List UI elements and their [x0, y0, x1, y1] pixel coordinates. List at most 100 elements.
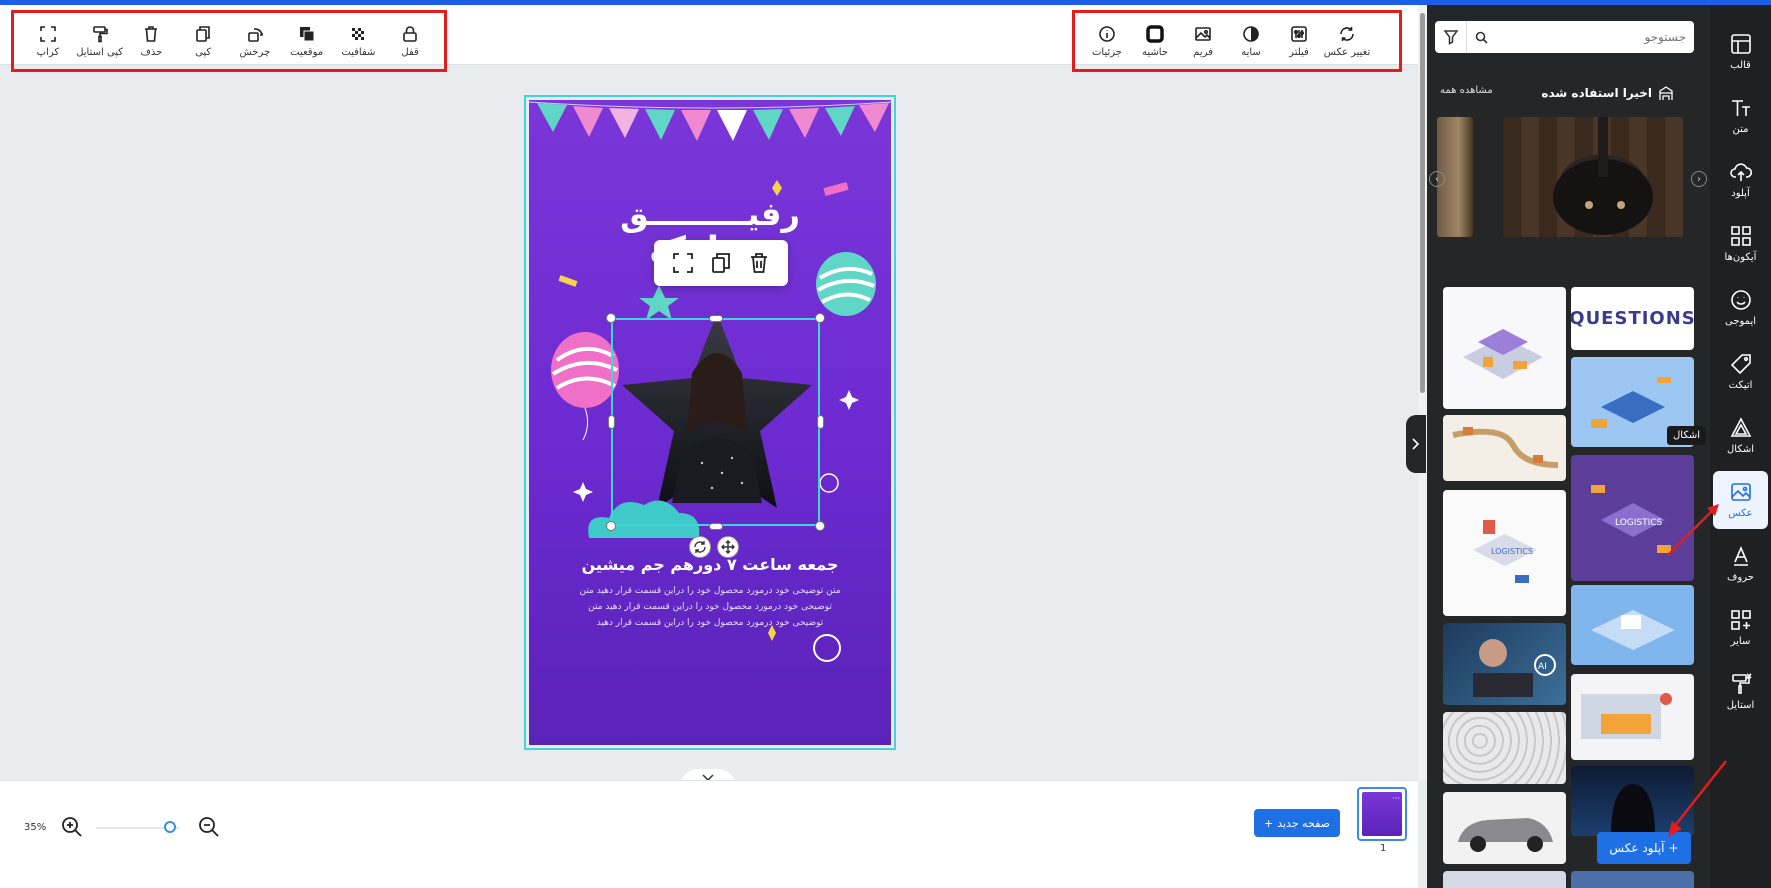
delete-button[interactable]: حذف — [126, 16, 178, 66]
carousel-left-arrow[interactable]: ‹ — [1429, 171, 1445, 187]
photo-logistics-white[interactable]: LOGISTICS — [1443, 490, 1566, 616]
rotate-icon — [694, 541, 706, 553]
resize-handle-bottom-left[interactable] — [606, 521, 616, 531]
filter-funnel-icon — [1443, 30, 1458, 45]
zoom-level: 35% — [24, 822, 47, 833]
zoom-in-icon[interactable] — [61, 816, 83, 838]
more-grid-icon — [1730, 610, 1751, 630]
photo-crashed-car[interactable] — [1443, 792, 1566, 864]
shadow-button[interactable]: سایه — [1227, 16, 1275, 66]
frame-button[interactable]: فریم — [1179, 16, 1227, 66]
transparency-icon — [352, 27, 365, 40]
nav-more[interactable]: سایر — [1713, 599, 1768, 657]
resize-handle-bottom-right[interactable] — [815, 521, 825, 531]
resize-handle-right[interactable] — [817, 415, 824, 429]
photo-ai-laptop[interactable]: AI — [1443, 623, 1566, 705]
replace-icon — [1340, 26, 1354, 41]
nav-emoji[interactable]: ایموجی — [1713, 279, 1768, 337]
canvas-scrollbar[interactable] — [1418, 5, 1427, 780]
resize-handle-top-right[interactable] — [815, 313, 825, 323]
car-illustration — [1458, 818, 1553, 852]
resize-handle-top[interactable] — [709, 315, 723, 322]
position-icon — [299, 26, 315, 41]
lock-button[interactable]: قفل — [384, 16, 436, 66]
left-toolbar-group: کراپ کپی استایل حذف کپی چرخش موقعیت شفاف… — [11, 10, 447, 72]
shapes-tooltip: اشکال — [1667, 426, 1706, 445]
new-page-button[interactable]: + صفحه جدید — [1254, 809, 1340, 837]
right-toolbar-group: جزئیات حاشیه فریم سایه فیلتر تغییر عکس — [1072, 10, 1402, 72]
filter-button[interactable]: فیلتر — [1275, 16, 1323, 66]
nav-stickers[interactable]: اتیکت — [1713, 343, 1768, 401]
move-handle[interactable] — [717, 536, 739, 558]
crop-icon — [40, 25, 56, 42]
icons-grid-icon — [1730, 226, 1751, 246]
svg-text:LOGISTICS: LOGISTICS — [1615, 518, 1663, 528]
search-input[interactable] — [1495, 30, 1694, 44]
page-thumbnail-preview: ··· — [1362, 792, 1402, 836]
floating-element-toolbar — [654, 240, 788, 286]
crop-icon[interactable] — [672, 252, 694, 274]
resize-handle-top-left[interactable] — [606, 313, 616, 323]
right-navigation: قالب متن آپلود آیکون‌ها ایموجی اتیکت اشک… — [1710, 5, 1771, 888]
panel-collapse-handle[interactable] — [1406, 415, 1426, 473]
resize-handle-left[interactable] — [608, 415, 615, 429]
photo-supply-chain-road[interactable] — [1443, 415, 1566, 481]
rotate-icon — [248, 27, 263, 42]
nav-shapes[interactable]: اشکال — [1713, 407, 1768, 465]
building-icon — [1659, 86, 1673, 100]
text-icon — [1731, 100, 1750, 116]
recent-image-guitar[interactable] — [1503, 117, 1683, 237]
view-all-link[interactable]: مشاهده همه — [1440, 85, 1493, 96]
photo-partial-bottom[interactable] — [1443, 871, 1566, 888]
guitar-image — [1553, 117, 1653, 235]
scrollbar-thumb[interactable] — [1420, 13, 1425, 393]
poster-body-text[interactable]: متن توضیحی خود درمورد محصول خود را دراین… — [579, 583, 841, 631]
nav-text[interactable]: متن — [1713, 87, 1768, 145]
svg-text:LOGISTICS: LOGISTICS — [1491, 547, 1533, 556]
chevron-right-icon — [1412, 438, 1420, 450]
nav-icons[interactable]: آیکون‌ها — [1713, 215, 1768, 273]
style-icon — [1731, 673, 1752, 694]
photo-logistics-city-blue[interactable] — [1571, 585, 1694, 665]
border-icon — [1146, 24, 1164, 43]
zoom-out-icon[interactable] — [198, 816, 220, 838]
copy-icon[interactable] — [710, 252, 732, 274]
nav-templates[interactable]: قالب — [1713, 23, 1768, 81]
tag-icon — [1730, 354, 1751, 375]
letters-icon — [1733, 545, 1748, 566]
template-icon — [1730, 34, 1751, 54]
carousel-right-arrow[interactable]: › — [1691, 171, 1707, 187]
resize-handle-bottom[interactable] — [709, 523, 723, 530]
replace-image-button[interactable]: تغییر عکس — [1323, 16, 1371, 66]
plus-icon: + — [1263, 816, 1274, 830]
details-button[interactable]: جزئیات — [1083, 16, 1131, 66]
position-button[interactable]: موقعیت — [281, 16, 333, 66]
photo-warehouse-isometric[interactable] — [1443, 287, 1566, 409]
page-thumbnail[interactable]: ··· — [1357, 787, 1407, 841]
transform-handles — [689, 536, 739, 558]
photo-partial-bottom-2[interactable] — [1571, 871, 1694, 888]
image-icon — [1730, 483, 1751, 501]
zoom-slider-knob[interactable] — [163, 821, 176, 833]
recent-section-title: اخیرا استفاده شده — [1541, 85, 1674, 101]
paint-roller-icon — [92, 25, 108, 42]
copy-style-button[interactable]: کپی استایل — [74, 16, 126, 66]
crop-button[interactable]: کراپ — [22, 16, 74, 66]
photo-white-pills[interactable] — [1443, 712, 1566, 784]
rotate-button[interactable]: چرخش — [229, 16, 281, 66]
search-box — [1435, 21, 1694, 53]
emoji-icon — [1730, 290, 1751, 310]
image-selection-box[interactable] — [611, 318, 820, 526]
element-toolbar: کراپ کپی استایل حذف کپی چرخش موقعیت شفاف… — [0, 5, 1418, 72]
transparency-button[interactable]: شفافیت — [333, 16, 385, 66]
copy-button[interactable]: کپی — [177, 16, 229, 66]
nav-style[interactable]: استایل — [1713, 663, 1768, 721]
photo-questions-letters[interactable]: QUESTIONS — [1571, 287, 1694, 350]
nav-upload[interactable]: آپلود — [1713, 151, 1768, 209]
more-options-icon[interactable]: ··· — [1392, 794, 1400, 803]
filter-button[interactable] — [1435, 21, 1467, 53]
rotate-handle[interactable] — [689, 536, 711, 558]
photo-world-map-truck[interactable] — [1571, 674, 1694, 760]
border-button[interactable]: حاشیه — [1131, 16, 1179, 66]
trash-icon[interactable] — [748, 252, 770, 274]
